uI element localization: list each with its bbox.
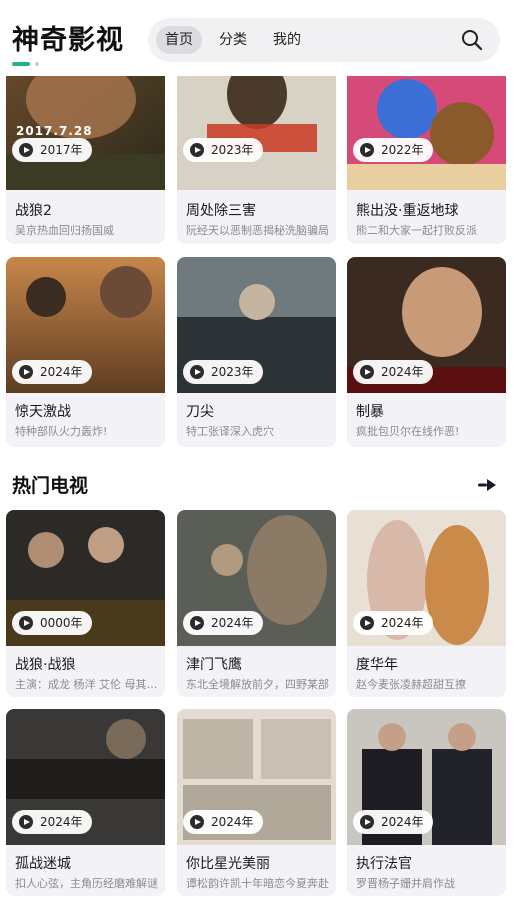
play-icon [360, 143, 374, 157]
app-title: 神奇影视 [12, 25, 124, 56]
tv-card[interactable]: 2024年 孤战迷城 扣人心弦，主角历经磨难解谜 [6, 709, 165, 896]
play-icon [360, 616, 374, 630]
arrow-right-icon[interactable] [478, 477, 498, 491]
year-badge: 0000年 [12, 611, 92, 635]
year-badge: 2024年 [12, 360, 92, 384]
play-icon [190, 616, 204, 630]
year-badge: 2017年 [12, 138, 92, 162]
play-icon [190, 143, 204, 157]
year-badge: 2024年 [12, 810, 92, 834]
play-icon [360, 365, 374, 379]
movie-card[interactable]: 2024年 制暴 疯批包贝尔在线作恶! [347, 257, 506, 447]
play-icon [19, 616, 33, 630]
card-desc: 疯批包贝尔在线作恶! [356, 425, 460, 438]
tab-home[interactable]: 首页 [156, 26, 202, 54]
movie-card[interactable]: 2017.7.28 2017年 战狼2 吴京热血回归扬国威 [6, 54, 165, 244]
tab-category[interactable]: 分类 [210, 26, 256, 54]
top-bar: 神奇影视 首页 分类 我的 [0, 0, 514, 76]
card-desc: 东北全境解放前夕，四野某部 [186, 678, 329, 691]
tab-mine[interactable]: 我的 [264, 26, 310, 54]
year-badge: 2024年 [353, 611, 433, 635]
year-badge: 2024年 [353, 810, 433, 834]
indicator-dot [35, 62, 39, 66]
nav-bar: 首页 分类 我的 [148, 18, 500, 62]
card-title: 战狼·战狼 [15, 657, 76, 673]
tv-card[interactable]: 2024年 你比星光美丽 谭松韵许凯十年暗恋今夏奔赴 [177, 709, 336, 896]
tv-card[interactable]: 2024年 津门飞鹰 东北全境解放前夕，四野某部 [177, 510, 336, 697]
card-desc: 熊二和大家一起打败反派 [356, 224, 477, 237]
card-desc: 罗晋杨子姗并肩作战 [356, 877, 455, 890]
card-title: 熊出没·重返地球 [356, 203, 459, 219]
play-icon [190, 365, 204, 379]
card-title: 津门飞鹰 [186, 657, 242, 673]
play-icon [19, 143, 33, 157]
play-icon [19, 365, 33, 379]
card-title: 周处除三害 [186, 203, 256, 219]
card-title: 战狼2 [15, 203, 52, 219]
card-desc: 谭松韵许凯十年暗恋今夏奔赴 [186, 877, 329, 890]
card-title: 执行法官 [356, 856, 412, 872]
card-desc: 赵今麦张凌赫超甜互撩 [356, 678, 466, 691]
year-badge: 2024年 [183, 611, 263, 635]
card-title: 孤战迷城 [15, 856, 71, 872]
indicator-active [12, 62, 30, 66]
play-icon [19, 815, 33, 829]
card-desc: 特工张译深入虎穴 [186, 425, 274, 438]
play-icon [190, 815, 204, 829]
card-title: 刀尖 [186, 404, 214, 420]
year-badge: 2023年 [183, 360, 263, 384]
card-title: 你比星光美丽 [186, 856, 270, 872]
year-badge: 2022年 [353, 138, 433, 162]
card-desc: 扣人心弦，主角历经磨难解谜 [15, 877, 158, 890]
card-desc: 主演：成龙 杨洋 艾伦 母其弥雅 [15, 678, 161, 691]
search-icon[interactable] [460, 28, 484, 52]
section-title: 热门电视 [12, 475, 89, 497]
movie-card[interactable]: 2023年 刀尖 特工张译深入虎穴 [177, 257, 336, 447]
year-badge: 2024年 [353, 360, 433, 384]
card-desc: 阮经天以恶制恶揭秘洗脑骗局 [186, 224, 329, 237]
card-desc: 特种部队火力轰炸! [15, 425, 108, 438]
play-icon [360, 815, 374, 829]
card-title: 惊天激战 [15, 404, 71, 420]
card-title: 制暴 [356, 404, 384, 420]
tv-card[interactable]: 2024年 执行法官 罗晋杨子姗并肩作战 [347, 709, 506, 896]
card-desc: 吴京热血回归扬国威 [15, 224, 114, 237]
tv-card[interactable]: 0000年 战狼·战狼 主演：成龙 杨洋 艾伦 母其弥雅 [6, 510, 165, 697]
movie-card[interactable]: 2022年 熊出没·重返地球 熊二和大家一起打败反派 [347, 54, 506, 244]
year-badge: 2024年 [183, 810, 263, 834]
movie-card[interactable]: 2023年 周处除三害 阮经天以恶制恶揭秘洗脑骗局 [177, 54, 336, 244]
poster-caption: 2017.7.28 [16, 124, 93, 138]
card-title: 度华年 [356, 657, 398, 673]
movie-card[interactable]: 2024年 惊天激战 特种部队火力轰炸! [6, 257, 165, 447]
year-badge: 2023年 [183, 138, 263, 162]
tv-card[interactable]: 2024年 度华年 赵今麦张凌赫超甜互撩 [347, 510, 506, 697]
